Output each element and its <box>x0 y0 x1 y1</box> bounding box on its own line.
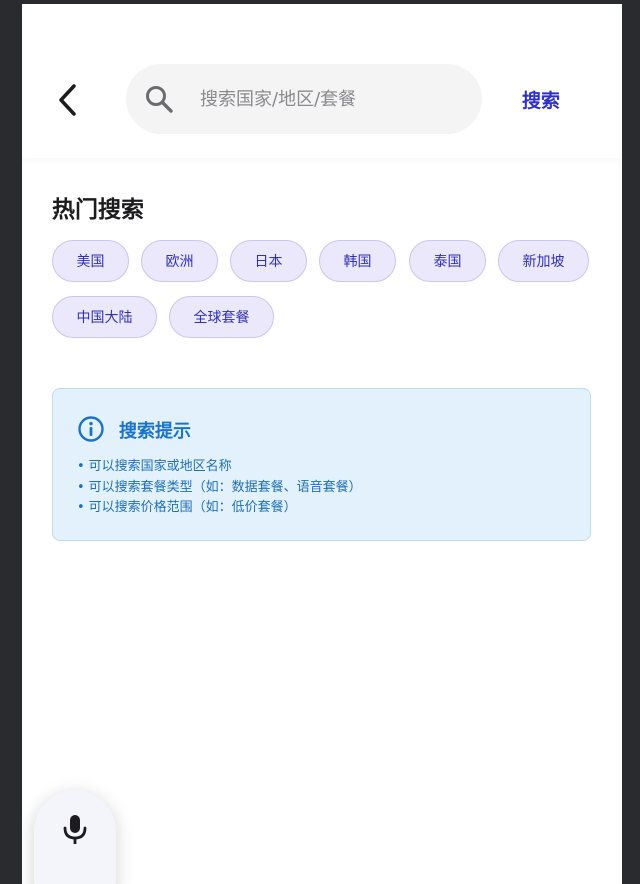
search-button[interactable]: 搜索 <box>522 84 560 114</box>
tips-list: 可以搜索国家或地区名称 可以搜索套餐类型（如：数据套餐、语音套餐） 可以搜索价格… <box>77 457 362 519</box>
hot-tag[interactable]: 韩国 <box>319 240 396 282</box>
hot-tag[interactable]: 日本 <box>230 240 307 282</box>
tip-item: 可以搜索套餐类型（如：数据套餐、语音套餐） <box>77 478 362 499</box>
app-screen: 搜索 热门搜索 美国 欧洲 日本 韩国 泰国 新加坡 中国大陆 全球套餐 搜索提… <box>22 4 622 884</box>
info-icon <box>78 416 104 442</box>
hot-tag[interactable]: 全球套餐 <box>169 296 274 338</box>
microphone-icon <box>63 815 87 844</box>
hot-tag[interactable]: 中国大陆 <box>52 296 157 338</box>
search-icon <box>146 86 173 113</box>
tip-item: 可以搜索国家或地区名称 <box>77 457 362 478</box>
search-tips-card: 搜索提示 可以搜索国家或地区名称 可以搜索套餐类型（如：数据套餐、语音套餐） 可… <box>52 388 591 541</box>
back-button[interactable] <box>52 82 82 118</box>
voice-search-button[interactable] <box>34 790 116 884</box>
hot-tag[interactable]: 美国 <box>52 240 129 282</box>
hot-search-title: 热门搜索 <box>52 197 144 223</box>
hot-tag[interactable]: 欧洲 <box>141 240 218 282</box>
hot-tag[interactable]: 新加坡 <box>498 240 589 282</box>
search-header: 搜索 <box>22 4 622 158</box>
chevron-left-icon <box>59 84 76 116</box>
tips-title: 搜索提示 <box>119 421 191 442</box>
tip-item: 可以搜索价格范围（如：低价套餐） <box>77 498 362 519</box>
search-box[interactable] <box>126 64 482 134</box>
hot-tag[interactable]: 泰国 <box>409 240 486 282</box>
search-input[interactable] <box>200 82 460 116</box>
